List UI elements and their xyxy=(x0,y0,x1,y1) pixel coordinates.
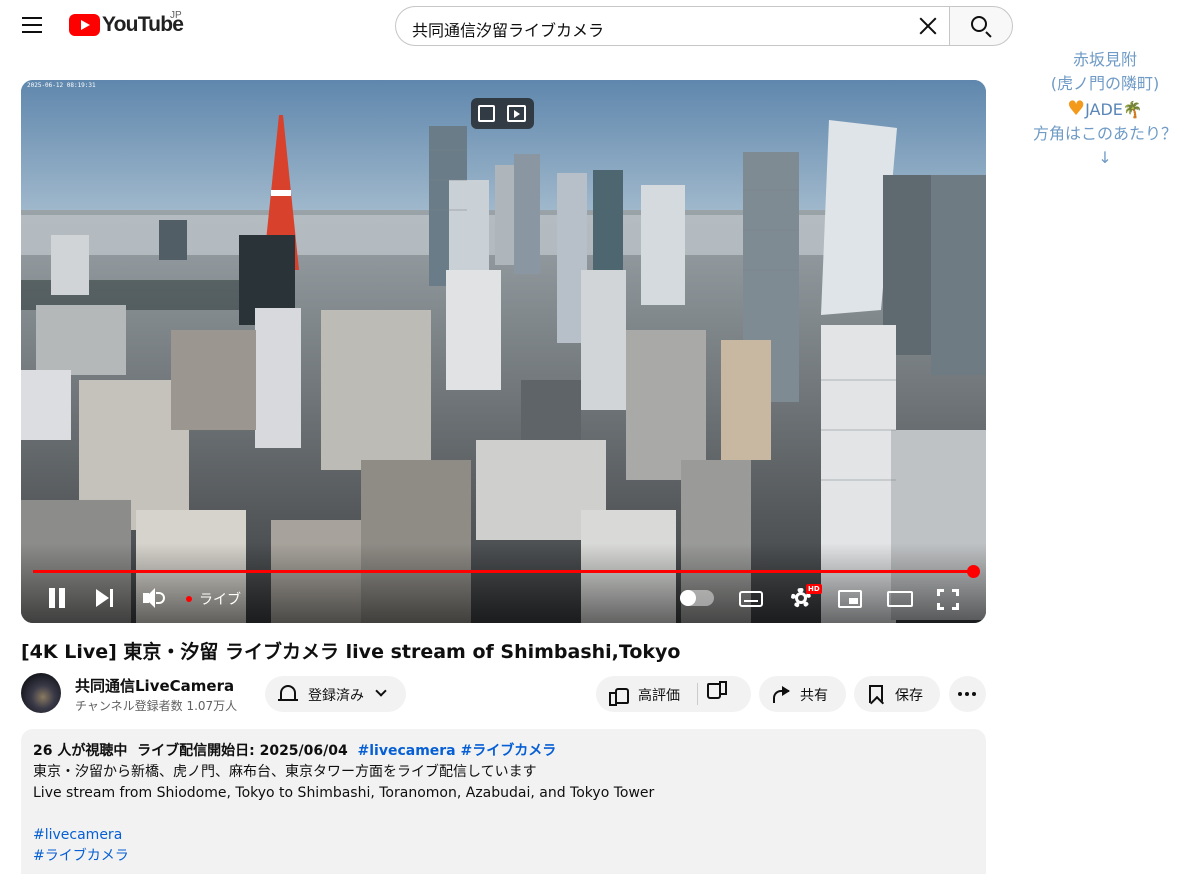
video-preview-icon[interactable] xyxy=(507,105,526,122)
subtitles-icon[interactable] xyxy=(739,591,763,607)
description-english: Live stream from Shiodome, Tokyo to Shim… xyxy=(33,785,655,801)
volume-icon[interactable] xyxy=(141,585,165,611)
city-skyline-video-frame xyxy=(21,80,986,623)
pause-icon[interactable] xyxy=(47,585,67,611)
handwritten-annotation: 赤坂見附 (虎ノ門の隣町) ♥JADE🌴 方角はこのあたり？ ↓ xyxy=(1020,48,1190,170)
camera-timestamp: 2025-06-12 08:19:31 xyxy=(27,82,96,89)
chevron-down-icon xyxy=(375,685,387,697)
annotation-brand: ♥JADE🌴 xyxy=(1067,96,1143,120)
share-label: 共有 xyxy=(800,688,828,704)
search-input[interactable]: 共同通信汐留ライブカメラ xyxy=(395,6,950,46)
bell-icon xyxy=(278,685,298,701)
live-dot-icon xyxy=(186,596,192,602)
like-button[interactable]: 高評価 xyxy=(596,676,697,712)
bookmark-icon xyxy=(869,685,883,703)
autoplay-toggle[interactable] xyxy=(680,590,714,606)
rotate-view-icon[interactable] xyxy=(478,105,495,122)
progress-bar[interactable] xyxy=(33,570,973,573)
video-player[interactable]: 2025-06-12 08:19:31 ライブ HD xyxy=(21,80,986,623)
next-icon[interactable] xyxy=(94,585,116,611)
thumbs-down-icon xyxy=(709,685,727,702)
description-japanese: 東京・汐留から新橋、虎ノ門、麻布台、東京タワー方面をライブ配信しています xyxy=(33,764,537,780)
thumbs-up-icon xyxy=(609,685,629,706)
save-label: 保存 xyxy=(895,688,923,704)
progress-scrubber[interactable] xyxy=(967,565,980,578)
subscriber-count: チャンネル登録者数 1.07万人 xyxy=(75,699,238,713)
annotation-line-4: 方角はこのあたり？ xyxy=(1032,124,1177,143)
live-label: ライブ xyxy=(199,592,241,608)
youtube-logo[interactable]: YouTube xyxy=(69,12,184,38)
like-dislike-group: 高評価 xyxy=(596,676,751,712)
heart-icon: ♥ xyxy=(1067,96,1086,120)
video-title: [4K Live] 東京・汐留 ライブカメラ live stream of Sh… xyxy=(21,641,681,663)
hashtag-link[interactable]: #livecamera xyxy=(358,743,456,759)
country-code: JP xyxy=(170,10,182,21)
channel-avatar[interactable] xyxy=(21,673,61,713)
like-label: 高評価 xyxy=(638,688,680,704)
palm-tree-icon: 🌴 xyxy=(1122,100,1143,119)
search-query[interactable]: 共同通信汐留ライブカメラ xyxy=(412,17,604,41)
search-button[interactable] xyxy=(949,6,1013,46)
hashtag-link[interactable]: #ライブカメラ xyxy=(461,743,557,759)
share-button[interactable]: 共有 xyxy=(759,676,846,712)
play-logo-icon xyxy=(69,14,100,36)
description-meta: 26 人が視聴中 ライブ配信開始日: 2025/06/04 #livecamer… xyxy=(33,741,974,762)
subscribed-button[interactable]: 登録済み xyxy=(265,676,406,712)
channel-name[interactable]: 共同通信LiveCamera xyxy=(75,675,234,696)
viewer-count: 26 人が視聴中 xyxy=(33,743,128,759)
live-indicator[interactable]: ライブ xyxy=(186,589,241,609)
annotation-line-1: 赤坂見附 xyxy=(1072,50,1137,69)
overlay-top-controls xyxy=(471,98,534,129)
hashtag-link[interactable]: #livecamera xyxy=(33,825,974,846)
fullscreen-icon[interactable] xyxy=(937,585,959,611)
theater-mode-icon[interactable] xyxy=(887,591,913,607)
search-icon xyxy=(971,16,987,32)
stream-start-date: ライブ配信開始日: 2025/06/04 xyxy=(137,743,348,759)
clear-search-icon[interactable] xyxy=(918,16,938,36)
controls-gradient xyxy=(21,543,986,623)
down-arrow-icon: ↓ xyxy=(1098,148,1112,167)
save-button[interactable]: 保存 xyxy=(854,676,940,712)
more-actions-button[interactable] xyxy=(949,676,986,712)
subscribe-label: 登録済み xyxy=(308,688,364,704)
menu-icon[interactable] xyxy=(22,16,44,34)
annotation-line-2: (虎ノ門の隣町) xyxy=(1050,74,1160,93)
miniplayer-icon[interactable] xyxy=(838,590,862,608)
dislike-button[interactable] xyxy=(698,676,751,712)
hashtag-link[interactable]: #ライブカメラ xyxy=(33,846,974,867)
description-box[interactable]: 26 人が視聴中 ライブ配信開始日: 2025/06/04 #livecamer… xyxy=(21,729,986,874)
hd-badge: HD xyxy=(806,584,822,594)
share-arrow-icon xyxy=(771,686,791,703)
